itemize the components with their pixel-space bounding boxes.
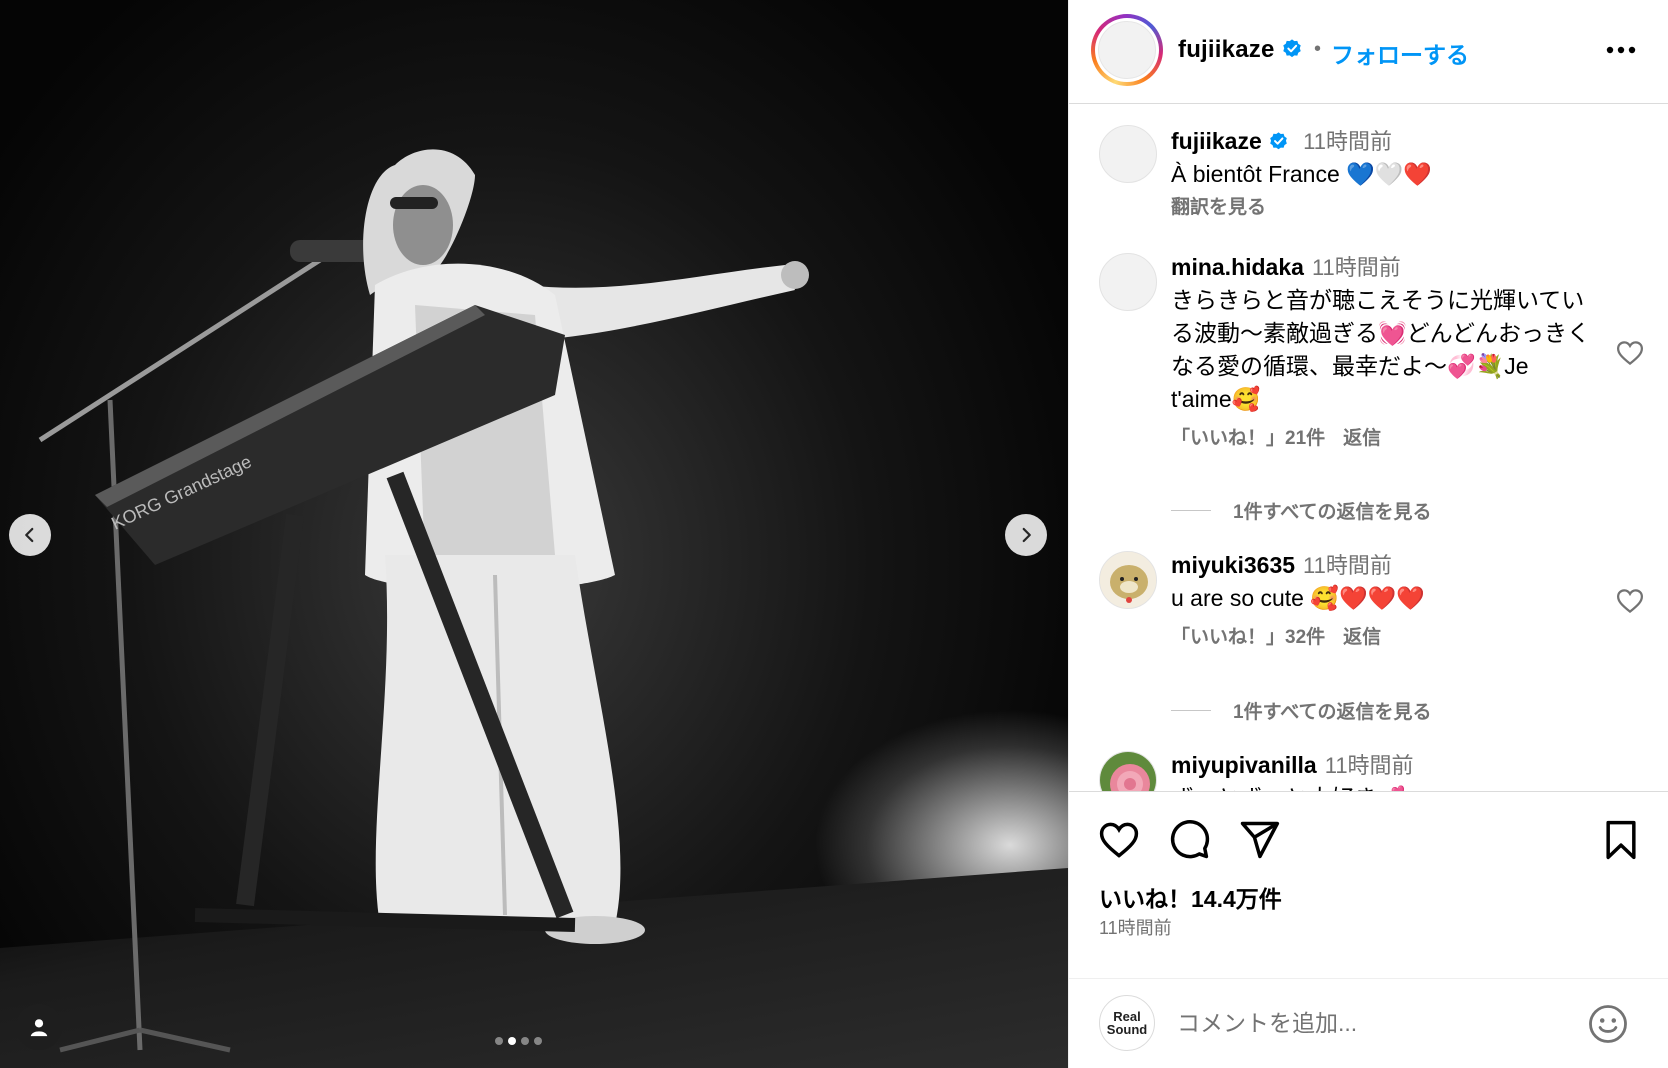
comment-avatar[interactable] xyxy=(1099,253,1157,311)
comment-username[interactable]: miyupivanilla xyxy=(1171,752,1317,778)
comment-likes[interactable]: 「いいね！」21件 xyxy=(1171,428,1325,449)
emoji-icon[interactable] xyxy=(1587,1003,1629,1045)
avatar-image xyxy=(1098,21,1156,79)
view-replies-label: 1件すべての返信を見る xyxy=(1233,502,1432,523)
comments-list[interactable]: fujiikaze 11時間前 À bientôt France 💙🤍❤️ 翻訳… xyxy=(1069,105,1668,791)
reply-button[interactable]: 返信 xyxy=(1343,627,1381,648)
add-comment-bar: Real Sound xyxy=(1069,978,1668,1068)
caption-username[interactable]: fujiikaze xyxy=(1171,128,1262,154)
author-avatar[interactable] xyxy=(1091,14,1163,86)
more-options-button[interactable] xyxy=(1601,30,1641,70)
caption-text: À bientôt France 💙🤍❤️ xyxy=(1171,161,1433,187)
comment-text: u are so cute 🥰❤️❤️❤️ xyxy=(1171,585,1425,611)
view-replies-label: 1件すべての返信を見る xyxy=(1233,702,1432,723)
post-photo[interactable]: KORG Grandstage xyxy=(0,0,1068,1068)
avatar-text-line2: Sound xyxy=(1106,1022,1148,1037)
post-actions: いいね！14.4万件 11時間前 Real Sound xyxy=(1069,791,1668,1068)
comment-time: 11時間前 xyxy=(1303,553,1392,578)
reply-button[interactable]: 返信 xyxy=(1343,428,1381,449)
carousel-indicator xyxy=(495,1037,542,1045)
comment-meta: 「いいね！」21件 返信 xyxy=(1171,422,1591,455)
view-replies-button[interactable]: 1件すべての返信を見る xyxy=(1171,497,1431,524)
more-options-icon xyxy=(1606,46,1636,54)
performer-illustration: KORG Grandstage xyxy=(95,149,809,944)
comment-input[interactable] xyxy=(1177,1005,1557,1041)
comment-text: ずっとずっと大好き💕 xyxy=(1171,782,1591,791)
comment-body: mina.hidaka 11時間前 きらきらと音が聴こえそうに光輝いている波動〜素… xyxy=(1171,251,1591,455)
carousel-dot-active xyxy=(508,1037,516,1045)
author-username-container: fujiikaze xyxy=(1178,36,1303,64)
caption-time: 11時間前 xyxy=(1303,129,1392,154)
avatar-image xyxy=(1100,552,1156,608)
current-user-avatar[interactable]: Real Sound xyxy=(1099,995,1155,1051)
carousel-dot xyxy=(495,1037,503,1045)
like-count[interactable]: いいね！14.4万件 xyxy=(1099,880,1282,914)
view-replies-line xyxy=(1171,710,1211,711)
translate-link[interactable]: 翻訳を見る xyxy=(1171,191,1591,224)
follow-button[interactable]: フォローする xyxy=(1331,36,1469,70)
comment-time: 11時間前 xyxy=(1324,753,1414,778)
verified-badge-icon xyxy=(1282,39,1301,58)
comment-avatar[interactable] xyxy=(1099,551,1157,609)
comment-body: miyuki3635 11時間前 u are so cute 🥰❤️❤️❤️ 「い… xyxy=(1171,549,1591,654)
header-separator: • xyxy=(1314,38,1322,60)
comment-username[interactable]: mina.hidaka xyxy=(1171,254,1304,280)
bookmark-icon[interactable] xyxy=(1599,818,1643,862)
avatar-image xyxy=(1100,752,1156,791)
previous-slide-button[interactable] xyxy=(9,514,51,556)
comment-like-icon[interactable] xyxy=(1615,586,1645,616)
comment-body: miyupivanilla 11時間前 ずっとずっと大好き💕 xyxy=(1171,749,1591,791)
post-timestamp: 11時間前 xyxy=(1099,918,1172,938)
user-tag-icon xyxy=(30,1019,48,1037)
next-slide-button[interactable] xyxy=(1005,514,1047,556)
comment-username[interactable]: miyuki3635 xyxy=(1171,552,1295,578)
post-header: fujiikaze • フォローする xyxy=(1069,0,1668,104)
view-replies-line xyxy=(1171,510,1211,511)
comment-avatar[interactable] xyxy=(1099,751,1157,791)
chevron-right-icon xyxy=(1022,527,1031,543)
view-replies-button[interactable]: 1件すべての返信を見る xyxy=(1171,697,1431,724)
comment-meta: 「いいね！」32件 返信 xyxy=(1171,621,1591,654)
author-username[interactable]: fujiikaze xyxy=(1178,36,1275,63)
comment-text: きらきらと音が聴こえそうに光輝いている波動〜素敵過ぎる💓どんどんおっきくなる愛の… xyxy=(1171,287,1590,412)
heart-icon[interactable] xyxy=(1097,818,1141,862)
caption-avatar[interactable] xyxy=(1099,125,1157,183)
carousel-dot xyxy=(521,1037,529,1045)
comment-time: 11時間前 xyxy=(1311,255,1401,280)
caption-body: fujiikaze 11時間前 À bientôt France 💙🤍❤️ 翻訳… xyxy=(1171,125,1591,224)
tagged-users-button[interactable] xyxy=(16,1004,62,1050)
chevron-left-icon xyxy=(25,527,34,543)
post-side-panel: fujiikaze • フォローする fujiikaze 11時間前 À bie… xyxy=(1068,0,1668,1068)
verified-badge-icon xyxy=(1269,132,1287,150)
share-icon[interactable] xyxy=(1237,818,1281,862)
comment-likes[interactable]: 「いいね！」32件 xyxy=(1171,627,1325,648)
carousel-dot xyxy=(534,1037,542,1045)
comment-like-icon[interactable] xyxy=(1615,338,1645,368)
comment-icon[interactable] xyxy=(1167,818,1211,862)
